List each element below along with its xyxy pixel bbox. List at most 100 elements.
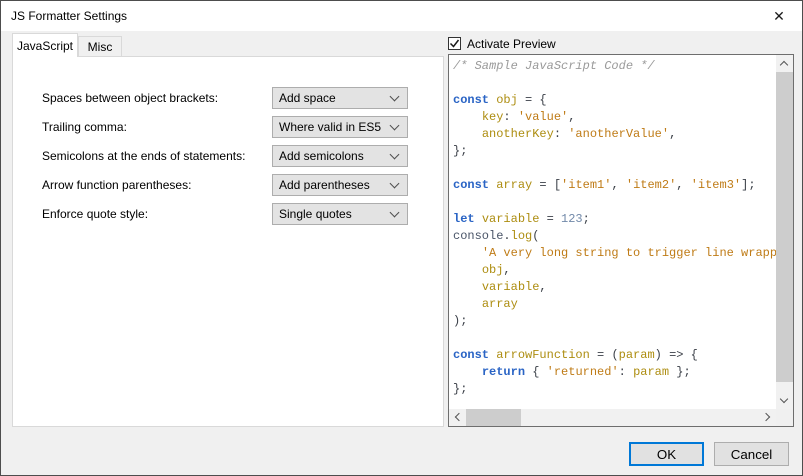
code-line: [453, 75, 776, 92]
code-token: /* Sample JavaScript Code */: [453, 59, 655, 73]
code-token: anotherKey: [482, 127, 554, 141]
code-token: 'anotherValue': [568, 127, 669, 141]
code-line: anotherKey: 'anotherValue',: [453, 126, 776, 143]
code-token: obj: [482, 263, 504, 277]
semicolons-dropdown-value: Add semicolons: [279, 149, 364, 163]
code-token: [453, 280, 482, 294]
code-line: variable,: [453, 279, 776, 296]
code-token: };: [453, 144, 467, 158]
ok-button[interactable]: OK: [629, 442, 704, 466]
code-token: log: [511, 229, 533, 243]
code-token: const: [453, 178, 489, 192]
code-token: 'item1': [561, 178, 611, 192]
code-token: [453, 297, 482, 311]
chevron-down-icon: [390, 208, 400, 218]
semicolons-dropdown[interactable]: Add semicolons: [272, 145, 408, 167]
activate-preview-label: Activate Preview: [467, 37, 556, 51]
code-token: ;: [583, 212, 590, 226]
code-token: console: [453, 229, 503, 243]
code-token: [475, 212, 482, 226]
titlebar: JS Formatter Settings ✕: [1, 1, 802, 31]
code-token: ,: [611, 178, 625, 192]
tab-label: JavaScript: [17, 39, 73, 53]
code-token: 'item2': [626, 178, 676, 192]
code-token: ,: [539, 280, 546, 294]
code-line: obj,: [453, 262, 776, 279]
scroll-left-button[interactable]: [449, 409, 466, 426]
code-token: const: [453, 348, 489, 362]
arrow-parens-dropdown[interactable]: Add parentheses: [272, 174, 408, 196]
horizontal-scrollbar[interactable]: [449, 409, 776, 426]
code-token: 123: [561, 212, 583, 226]
code-token: 'returned': [547, 365, 619, 379]
code-token: [453, 127, 482, 141]
vertical-scrollbar-thumb[interactable]: [776, 72, 793, 382]
chevron-down-icon: [780, 395, 788, 403]
code-token: variable: [482, 212, 540, 226]
code-line: };: [453, 381, 776, 398]
code-token: param: [633, 365, 669, 379]
semicolons-label: Semicolons at the ends of statements:: [42, 145, 245, 167]
code-preview: /* Sample JavaScript Code */ const obj =…: [449, 55, 776, 409]
arrow-parens-label: Arrow function parentheses:: [42, 174, 191, 196]
code-token: ];: [741, 178, 755, 192]
trailing-comma-dropdown[interactable]: Where valid in ES5: [272, 116, 408, 138]
code-token: return: [482, 365, 525, 379]
code-token: :: [554, 127, 568, 141]
code-token: array: [482, 297, 518, 311]
code-token: let: [453, 212, 475, 226]
code-line: return { 'returned': param };: [453, 364, 776, 381]
code-line: const array = ['item1', 'item2', 'item3'…: [453, 177, 776, 194]
form-row-quote-style: Enforce quote style: Single quotes: [13, 203, 443, 225]
tab-misc[interactable]: Misc: [78, 36, 122, 56]
chevron-left-icon: [455, 413, 463, 421]
code-line: 'A very long string to trigger line wrap…: [453, 245, 776, 262]
code-line: );: [453, 313, 776, 330]
code-token: ,: [568, 110, 575, 124]
spaces-dropdown[interactable]: Add space: [272, 87, 408, 109]
code-line: array: [453, 296, 776, 313]
settings-tab-page: Spaces between object brackets: Add spac…: [12, 56, 444, 427]
code-token: [453, 246, 482, 260]
code-token: (: [532, 229, 539, 243]
code-token: };: [453, 382, 467, 396]
chevron-down-icon: [390, 179, 400, 189]
quote-style-dropdown-value: Single quotes: [279, 207, 352, 221]
scroll-down-button[interactable]: [776, 392, 793, 409]
scroll-up-button[interactable]: [776, 55, 793, 72]
trailing-comma-label: Trailing comma:: [42, 116, 127, 138]
code-token: 'item3': [691, 178, 741, 192]
code-token: };: [669, 365, 691, 379]
dialog-window: JS Formatter Settings ✕ JavaScript Misc …: [0, 0, 803, 476]
tab-javascript[interactable]: JavaScript: [12, 33, 78, 57]
code-token: ) => {: [655, 348, 698, 362]
code-token: = (: [590, 348, 619, 362]
form-row-arrow-parens: Arrow function parentheses: Add parenthe…: [13, 174, 443, 196]
code-token: [453, 365, 482, 379]
chevron-right-icon: [762, 413, 770, 421]
code-line: console.log(: [453, 228, 776, 245]
code-token: ,: [669, 127, 676, 141]
code-line: [453, 194, 776, 211]
quote-style-dropdown[interactable]: Single quotes: [272, 203, 408, 225]
code-token: :: [503, 110, 517, 124]
tab-label: Misc: [88, 40, 113, 54]
code-token: key: [482, 110, 504, 124]
scroll-right-button[interactable]: [759, 409, 776, 426]
close-button[interactable]: ✕: [756, 1, 802, 31]
spaces-dropdown-value: Add space: [279, 91, 336, 105]
spaces-label: Spaces between object brackets:: [42, 87, 218, 109]
code-line: const obj = {: [453, 92, 776, 109]
code-token: {: [525, 365, 547, 379]
chevron-down-icon: [390, 92, 400, 102]
checkbox-checked-icon: [448, 37, 461, 50]
horizontal-scrollbar-thumb[interactable]: [466, 409, 521, 426]
code-line: [453, 160, 776, 177]
cancel-button[interactable]: Cancel: [714, 442, 789, 466]
vertical-scrollbar[interactable]: [776, 55, 793, 409]
code-line: const arrowFunction = (param) => {: [453, 347, 776, 364]
chevron-down-icon: [390, 121, 400, 131]
window-title: JS Formatter Settings: [11, 9, 127, 23]
code-preview-box: /* Sample JavaScript Code */ const obj =…: [448, 54, 794, 427]
code-token: variable: [482, 280, 540, 294]
